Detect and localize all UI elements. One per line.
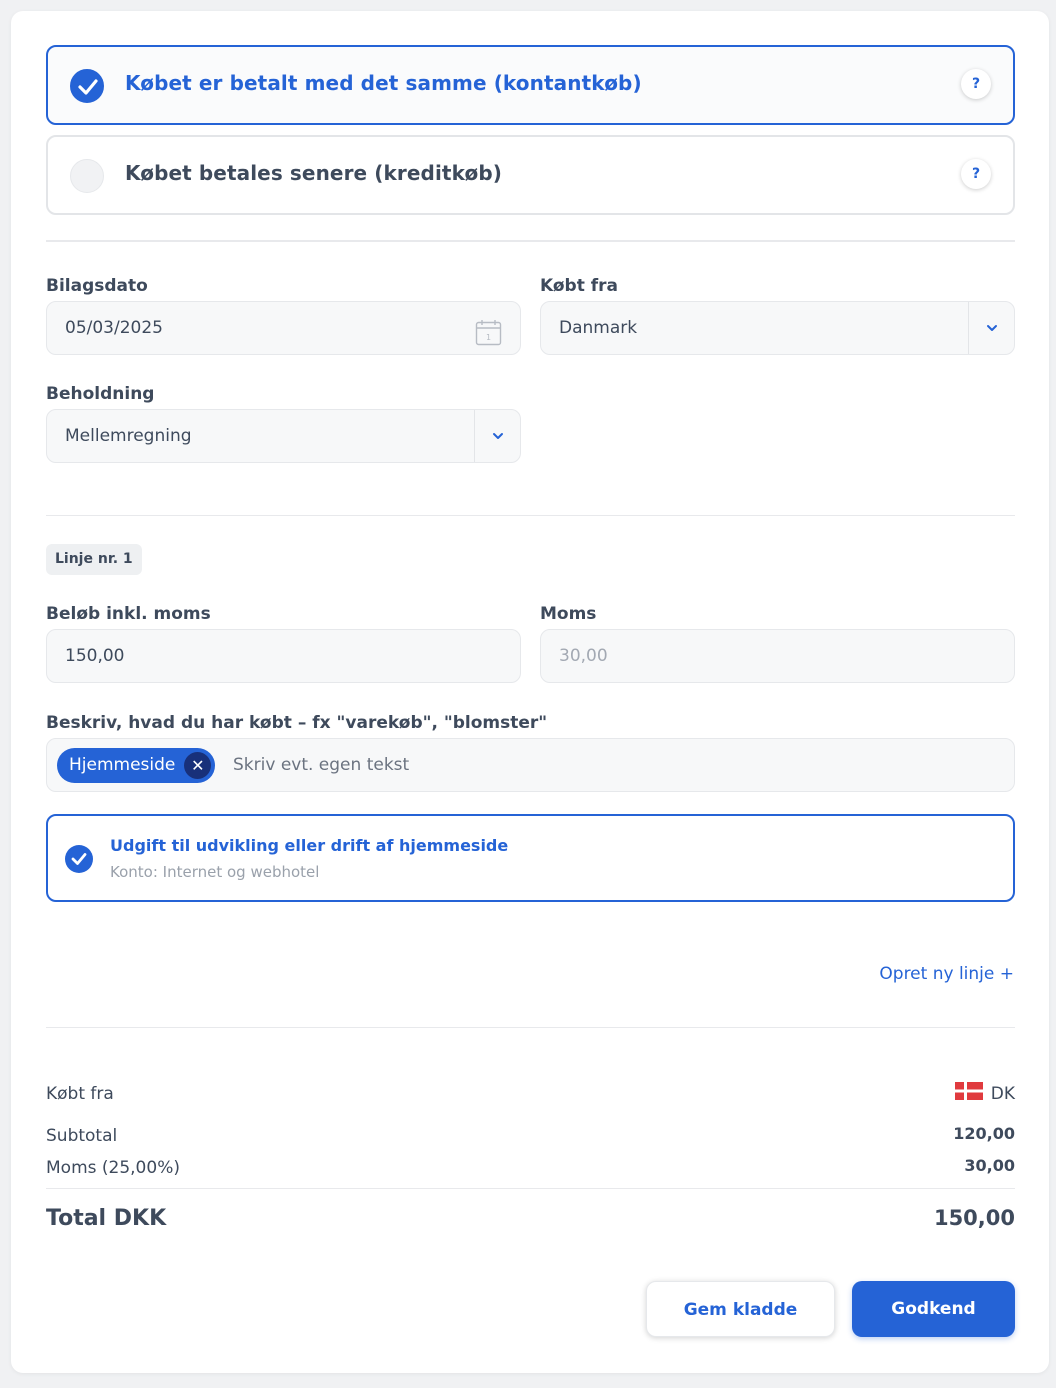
payment-option-label: Købet er betalt med det samme (kontantkø… bbox=[125, 71, 642, 95]
description-label: Beskriv, hvad du har købt – fx "varekøb"… bbox=[46, 713, 548, 733]
summary-moms-value: 30,00 bbox=[964, 1156, 1015, 1175]
beholdning-select[interactable]: Mellemregning bbox=[46, 409, 521, 463]
svg-text:1: 1 bbox=[486, 333, 491, 342]
divider bbox=[46, 240, 1015, 242]
help-icon[interactable]: ? bbox=[961, 159, 991, 189]
beholdning-value: Mellemregning bbox=[65, 426, 192, 446]
description-input[interactable] bbox=[233, 739, 933, 791]
description-field[interactable]: Hjemmeside ✕ bbox=[46, 738, 1015, 792]
suggestion-title: Udgift til udvikling eller drift af hjem… bbox=[110, 836, 509, 855]
moms-label: Moms bbox=[540, 604, 597, 624]
payment-option-label: Købet betales senere (kreditkøb) bbox=[125, 161, 503, 185]
checkmark-icon bbox=[65, 845, 93, 873]
country-code: DK bbox=[990, 1084, 1015, 1104]
chevron-down-icon[interactable] bbox=[474, 410, 520, 462]
tag-label: Hjemmeside bbox=[69, 755, 176, 775]
payment-option-cash[interactable]: Købet er betalt med det samme (kontantkø… bbox=[46, 45, 1015, 125]
account-suggestion[interactable]: Udgift til udvikling eller drift af hjem… bbox=[46, 814, 1015, 902]
bilagsdato-input[interactable]: 05/03/2025 1 bbox=[46, 301, 521, 355]
moms-input: 30,00 bbox=[540, 629, 1015, 683]
save-draft-button[interactable]: Gem kladde bbox=[646, 1281, 835, 1337]
koebt-fra-value: Danmark bbox=[559, 318, 638, 338]
moms-value: 30,00 bbox=[559, 646, 608, 666]
divider bbox=[46, 1027, 1015, 1028]
approve-button[interactable]: Godkend bbox=[852, 1281, 1015, 1337]
radio-unchecked-icon[interactable] bbox=[70, 159, 104, 193]
chevron-down-icon[interactable] bbox=[968, 302, 1014, 354]
beloeb-input[interactable]: 150,00 bbox=[46, 629, 521, 683]
beloeb-value: 150,00 bbox=[65, 646, 125, 666]
koebt-fra-select[interactable]: Danmark bbox=[540, 301, 1015, 355]
total-label: Total DKK bbox=[46, 1206, 167, 1231]
suggestion-account: Konto: Internet og webhotel bbox=[110, 863, 320, 881]
beholdning-label: Beholdning bbox=[46, 384, 155, 404]
help-icon[interactable]: ? bbox=[961, 69, 991, 99]
koebt-fra-label: Købt fra bbox=[540, 276, 619, 296]
total-value: 150,00 bbox=[933, 1206, 1015, 1230]
bilagsdato-value: 05/03/2025 bbox=[65, 318, 163, 338]
denmark-flag-icon bbox=[955, 1082, 983, 1100]
subtotal-label: Subtotal bbox=[46, 1126, 118, 1146]
divider bbox=[46, 515, 1015, 516]
calendar-icon[interactable]: 1 bbox=[475, 315, 502, 367]
subtotal-value: 120,00 bbox=[953, 1124, 1015, 1143]
radio-checked-icon[interactable] bbox=[70, 69, 104, 103]
remove-tag-icon[interactable]: ✕ bbox=[184, 752, 212, 779]
bilagsdato-label: Bilagsdato bbox=[46, 276, 148, 296]
beloeb-label: Beløb inkl. moms bbox=[46, 604, 211, 624]
add-line-link[interactable]: Opret ny linje + bbox=[879, 964, 1014, 984]
summary-koebt-fra-label: Købt fra bbox=[46, 1084, 114, 1104]
line-number-badge: Linje nr. 1 bbox=[46, 544, 142, 575]
summary-moms-label: Moms (25,00%) bbox=[46, 1158, 180, 1178]
divider bbox=[46, 1188, 1015, 1189]
payment-option-credit[interactable]: Købet betales senere (kreditkøb) ? bbox=[46, 135, 1015, 215]
description-tag[interactable]: Hjemmeside ✕ bbox=[57, 748, 216, 783]
